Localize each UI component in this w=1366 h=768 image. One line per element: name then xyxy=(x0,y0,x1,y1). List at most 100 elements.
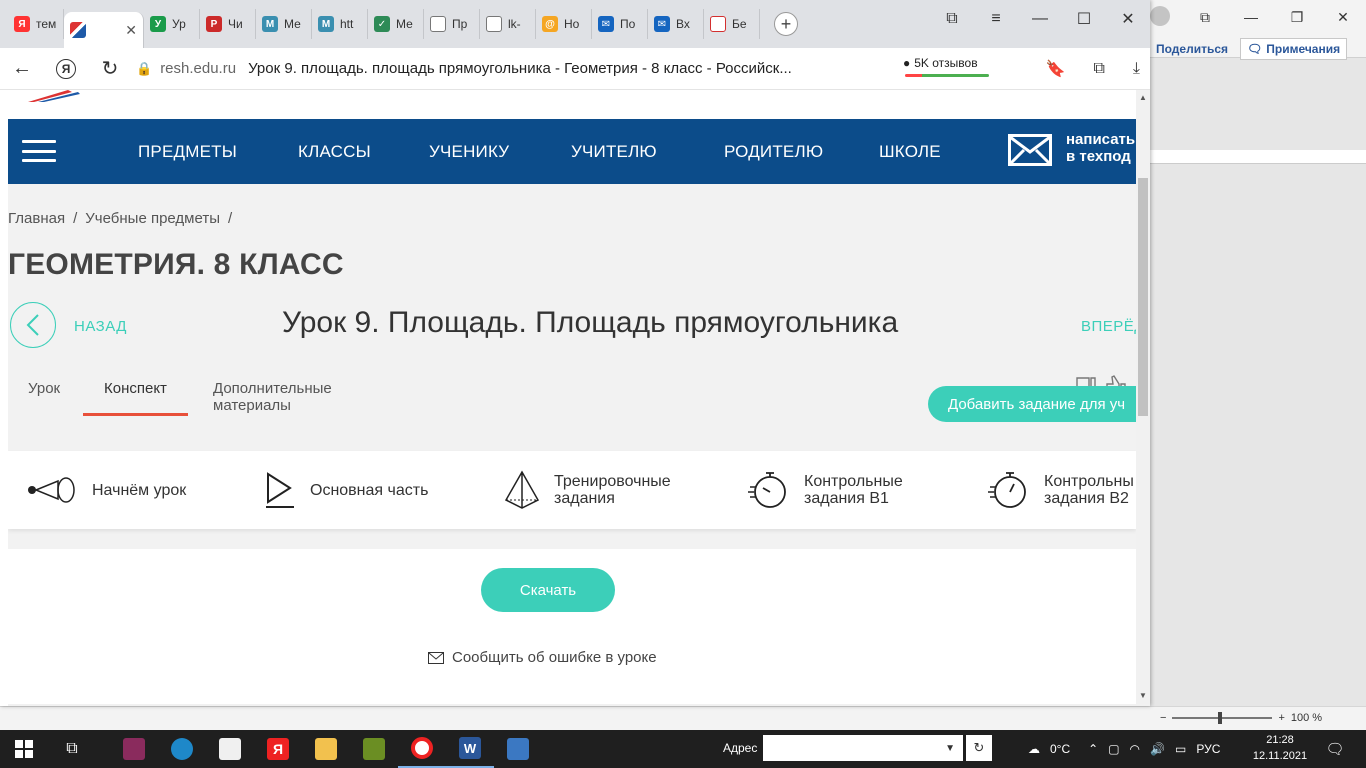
chevron-down-icon[interactable]: ▼ xyxy=(945,743,955,754)
snipping-tool-icon[interactable] xyxy=(494,730,542,768)
reviews-badge[interactable]: ● 5K отзывов xyxy=(903,56,978,70)
browser-tab[interactable]: @ Но xyxy=(536,9,592,39)
scroll-up-icon[interactable]: ▲ xyxy=(1136,90,1150,104)
download-button[interactable]: Скачать xyxy=(481,568,615,612)
download-icon[interactable]: ⤓ xyxy=(1133,60,1140,78)
vertical-scrollbar[interactable]: ▲ ▼ xyxy=(1136,90,1150,706)
horizontal-scrollbar[interactable] xyxy=(8,704,1136,706)
browser-tab[interactable]: Бе xyxy=(704,9,760,39)
nav-school[interactable]: ШКОЛЕ xyxy=(879,119,941,184)
menu-icon[interactable]: ≡ xyxy=(974,0,1018,38)
zoom-thumb[interactable] xyxy=(1218,712,1223,724)
browser-tab[interactable]: Ятем xyxy=(8,9,64,39)
new-tab-button[interactable]: + xyxy=(774,12,798,36)
taskbar-address-refresh-icon[interactable]: ↻ xyxy=(966,735,992,761)
word-restore-icon[interactable]: ❐ xyxy=(1274,0,1320,34)
ribbon-display-icon[interactable]: ⧉ xyxy=(1182,0,1228,34)
mail-icon[interactable] xyxy=(1008,134,1052,166)
browser-tab[interactable]: Mhtt xyxy=(312,9,368,39)
browser-tab[interactable]: M Ме xyxy=(256,9,312,39)
lock-icon[interactable]: 🔒 xyxy=(136,61,152,77)
vertical-scroll-thumb[interactable] xyxy=(1138,178,1148,416)
back-label[interactable]: НАЗАД xyxy=(74,318,127,335)
url-domain[interactable]: resh.edu.ru xyxy=(160,60,236,77)
tab-lesson[interactable]: Урок xyxy=(28,380,60,416)
tab-summary[interactable]: Конспект xyxy=(83,380,188,416)
browser-tab[interactable]: У Ур xyxy=(144,9,200,39)
bookmark-icon[interactable]: 🔖 xyxy=(1046,59,1066,79)
yandex-button[interactable]: Я xyxy=(44,48,88,90)
nav-teacher[interactable]: УЧИТЕЛЮ xyxy=(571,119,657,184)
start-button[interactable] xyxy=(0,730,48,768)
wifi-icon[interactable]: ◠ xyxy=(1130,742,1140,756)
step-control-b1[interactable]: Контрольные задания В1 xyxy=(748,451,903,529)
step-control-b2[interactable]: Контрольны задания В2 xyxy=(988,451,1134,529)
word-close-icon[interactable]: ✕ xyxy=(1320,0,1366,34)
tray-chevron-up-icon[interactable]: ⌃ xyxy=(1088,742,1098,756)
tab-close-icon[interactable]: ✕ xyxy=(125,22,137,39)
taskbar-clock[interactable]: 21:28 12.11.2021 xyxy=(1252,732,1308,764)
browser-tab[interactable]: ✓ Ме xyxy=(368,9,424,39)
comments-button[interactable]: 🗨 Примечания xyxy=(1240,38,1348,60)
support-link[interactable]: написать в техпод xyxy=(1066,131,1135,165)
close-icon[interactable]: ✕ xyxy=(1106,0,1150,38)
step-label: Основная часть xyxy=(310,481,429,499)
step-main-part[interactable]: Основная часть xyxy=(264,451,428,529)
nav-classes[interactable]: КЛАССЫ xyxy=(298,119,371,184)
maximize-icon[interactable]: ☐ xyxy=(1062,0,1106,38)
bookmarks-tabs-icon[interactable]: ⧉ xyxy=(930,0,974,38)
zoom-in-icon[interactable]: + xyxy=(1278,712,1284,724)
word-zoom-control[interactable]: − + 100 % xyxy=(1160,708,1360,728)
browser-tab[interactable]: Р Чи xyxy=(200,9,256,39)
weather-icon[interactable]: ☁ xyxy=(1028,742,1040,756)
zoom-slider[interactable] xyxy=(1172,712,1273,724)
edge-icon[interactable] xyxy=(158,730,206,768)
clock-date: 12.11.2021 xyxy=(1252,750,1308,762)
url-page-title[interactable]: Урок 9. площадь. площадь прямоугольника … xyxy=(248,60,792,77)
back-button[interactable] xyxy=(10,302,56,348)
nav-student[interactable]: УЧЕНИКУ xyxy=(429,119,509,184)
site-logo[interactable] xyxy=(28,90,88,102)
yandex-app-icon[interactable]: Я xyxy=(254,730,302,768)
word-icon[interactable]: W xyxy=(446,730,494,768)
add-task-button[interactable]: Добавить задание для уч xyxy=(928,386,1136,422)
meet-now-icon[interactable]: ▢ xyxy=(1108,742,1119,756)
browser-tab[interactable]: ✉ По xyxy=(592,9,648,39)
weather-temp[interactable]: 0°C xyxy=(1050,742,1070,756)
next-label[interactable]: ВПЕРЁД xyxy=(1081,318,1136,335)
browser-tab[interactable]: Пр xyxy=(424,9,480,39)
tab-extra-materials[interactable]: Дополнительные материалы xyxy=(213,380,332,416)
back-arrow-icon[interactable]: ← xyxy=(0,48,44,90)
notifications-icon[interactable]: 🗨 xyxy=(1322,736,1348,762)
power-icon[interactable]: ▭ xyxy=(1175,742,1186,756)
hamburger-menu-icon[interactable] xyxy=(22,140,56,162)
step-label-line-2: задания В2 xyxy=(1044,490,1129,507)
word-minimize-icon[interactable]: — xyxy=(1228,0,1274,34)
step-training[interactable]: Тренировочные задания xyxy=(504,451,671,529)
taskbar-address-input[interactable]: ▼ xyxy=(763,735,963,761)
store-icon[interactable] xyxy=(206,730,254,768)
winrar-icon[interactable] xyxy=(110,730,158,768)
paint-icon[interactable] xyxy=(350,730,398,768)
browser-tab[interactable]: ✕ xyxy=(64,12,144,48)
nav-parent[interactable]: РОДИТЕЛЮ xyxy=(724,119,823,184)
share-button[interactable]: Поделиться xyxy=(1150,38,1234,60)
breadcrumb-subjects[interactable]: Учебные предметы xyxy=(85,210,220,227)
browser-tab[interactable]: ✉ Вх xyxy=(648,9,704,39)
input-language[interactable]: РУС xyxy=(1196,742,1220,756)
nav-subjects[interactable]: ПРЕДМЕТЫ xyxy=(138,119,237,184)
breadcrumb-home[interactable]: Главная xyxy=(8,210,65,227)
step-start-lesson[interactable]: Начнём урок xyxy=(26,451,186,529)
file-explorer-icon[interactable] xyxy=(302,730,350,768)
task-view-icon[interactable]: ⧉ xyxy=(48,730,96,768)
reader-mode-icon[interactable]: ⧉ xyxy=(1093,60,1104,78)
scroll-down-icon[interactable]: ▼ xyxy=(1136,688,1150,702)
browser-tab[interactable]: lk- xyxy=(480,9,536,39)
yandex-browser-icon[interactable] xyxy=(398,730,446,768)
zoom-out-icon[interactable]: − xyxy=(1160,712,1166,724)
minimize-icon[interactable]: — xyxy=(1018,0,1062,38)
zoom-level[interactable]: 100 % xyxy=(1291,712,1322,724)
report-error-link[interactable]: Сообщить об ошибке в уроке xyxy=(428,649,657,666)
volume-icon[interactable]: 🔊 xyxy=(1150,742,1165,756)
reload-icon[interactable]: ↻ xyxy=(88,48,132,90)
